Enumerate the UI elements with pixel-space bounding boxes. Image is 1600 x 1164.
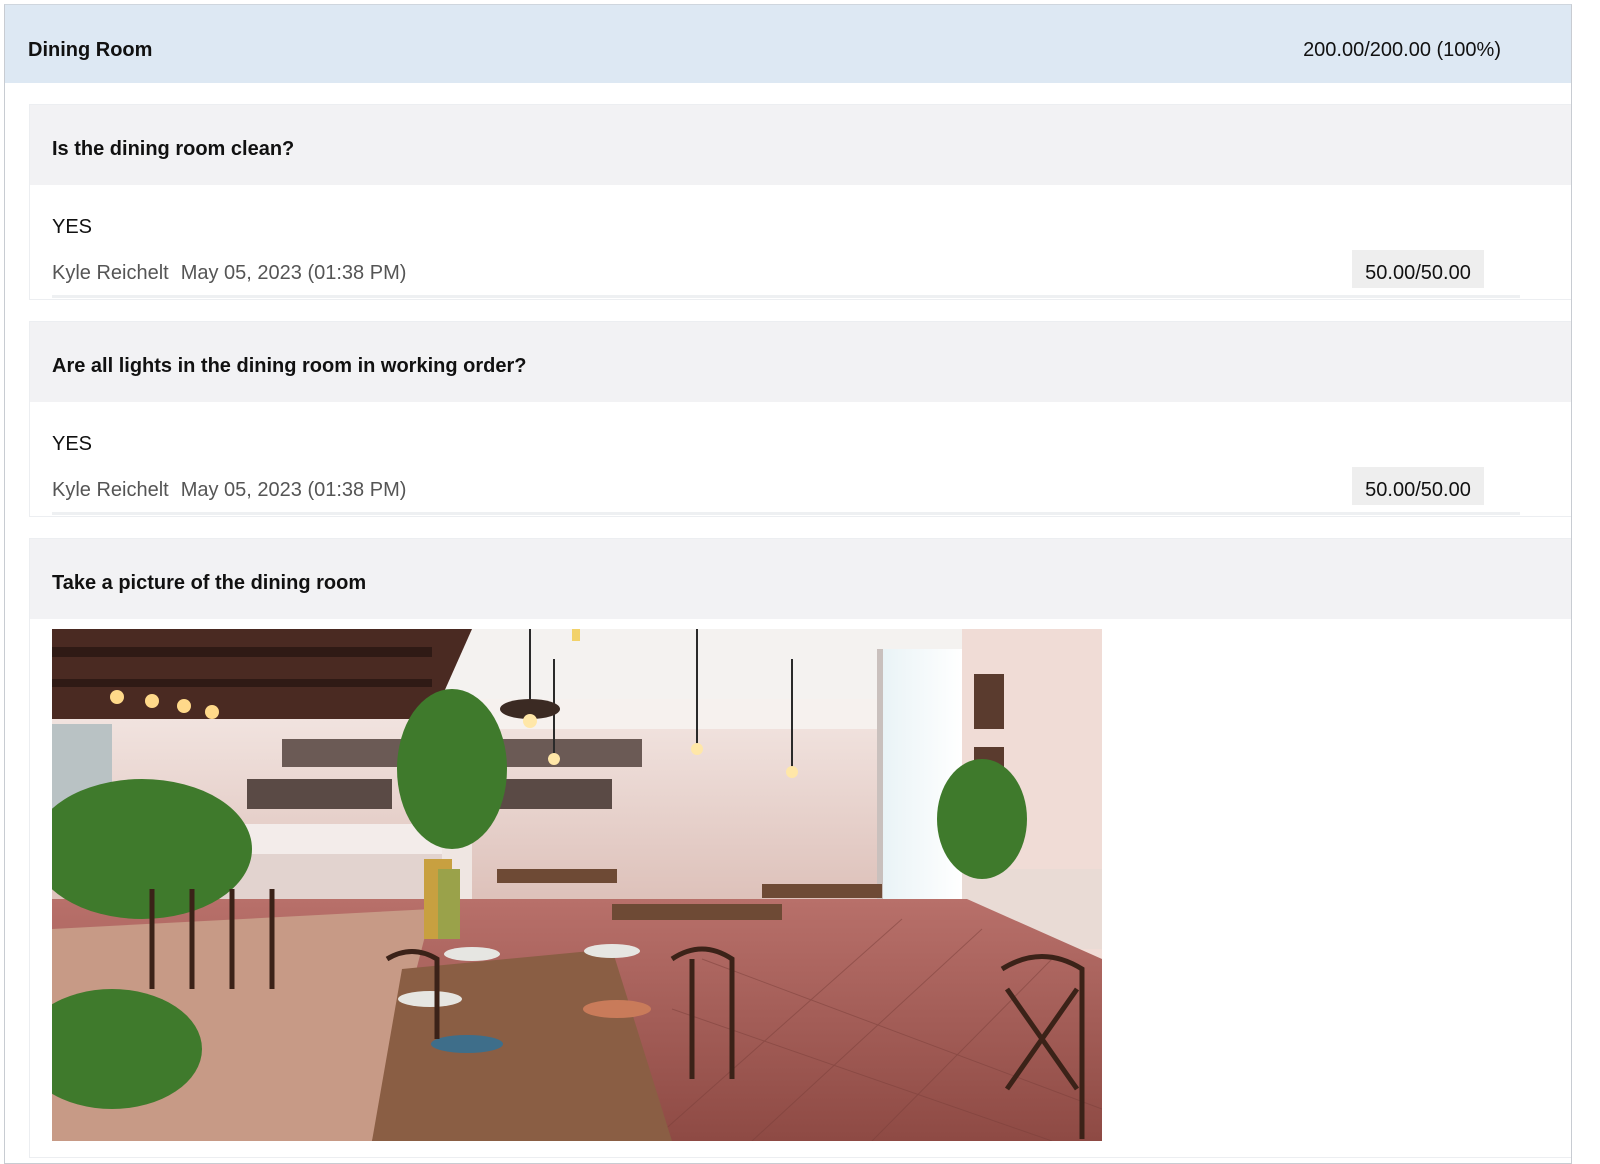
question-header: Are all lights in the dining room in wor… (30, 322, 1571, 402)
question-text: Is the dining room clean? (52, 138, 295, 160)
divider (52, 512, 1520, 515)
question-card-clean: Is the dining room clean? YES Kyle Reich… (29, 104, 1571, 300)
question-score-badge: 50.00/50.00 (1352, 467, 1484, 505)
question-score-badge: 50.00/50.00 (1352, 250, 1484, 288)
question-header: Is the dining room clean? (30, 105, 1571, 185)
question-card-photo: Take a picture of the dining room (29, 538, 1571, 1158)
question-text: Take a picture of the dining room (52, 572, 367, 594)
scrollbar-track[interactable] (1572, 0, 1600, 1152)
answer-meta: Kyle Reichelt May 05, 2023 (01:38 PM) (52, 261, 406, 285)
section-title: Dining Room (28, 39, 153, 61)
inspector-name: Kyle Reichelt (52, 262, 169, 284)
divider (52, 295, 1520, 298)
question-card-lights: Are all lights in the dining room in wor… (29, 321, 1571, 517)
inspector-name: Kyle Reichelt (52, 479, 169, 501)
answer-meta: Kyle Reichelt May 05, 2023 (01:38 PM) (52, 478, 406, 502)
dining-room-photo[interactable] (52, 629, 1102, 1141)
section-score: 200.00/200.00 (100%) (1303, 39, 1501, 61)
answer-timestamp: May 05, 2023 (01:38 PM) (180, 479, 407, 501)
section-header[interactable]: Dining Room 200.00/200.00 (100%) (5, 5, 1571, 83)
inspection-report-panel: Dining Room 200.00/200.00 (100%) Is the … (4, 4, 1572, 1164)
photo-illustration (52, 629, 1102, 1141)
answer-text: YES (52, 216, 93, 238)
answer-text: YES (52, 433, 93, 455)
question-text: Are all lights in the dining room in wor… (52, 355, 527, 377)
answer-timestamp: May 05, 2023 (01:38 PM) (180, 262, 407, 284)
question-header: Take a picture of the dining room (30, 539, 1571, 619)
